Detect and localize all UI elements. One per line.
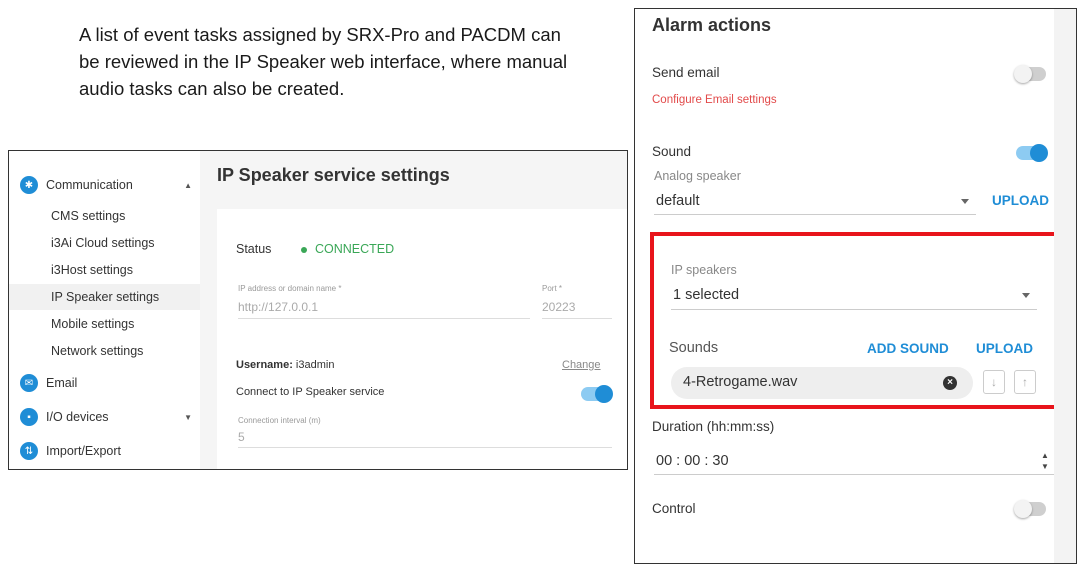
arrow-up-icon: ↑	[1022, 375, 1028, 389]
intro-line-2: be reviewed in the IP Speaker web interf…	[79, 51, 568, 72]
change-username-link[interactable]: Change	[562, 359, 601, 371]
intro-line-3: audio tasks can also be created.	[79, 78, 345, 99]
sidebar-item-mobile[interactable]: Mobile settings	[9, 311, 200, 337]
move-down-button[interactable]: ↓	[983, 370, 1005, 394]
sound-label: Sound	[652, 144, 692, 159]
sidebar-group-label: Email	[46, 376, 78, 390]
duration-underline	[654, 474, 1056, 475]
sidebar-group-label: Import/Export	[46, 444, 122, 458]
status-badge: CONNECTED	[301, 242, 394, 256]
username-key: Username:	[236, 359, 293, 371]
status-text: CONNECTED	[315, 242, 395, 256]
ip-speakers-label: IP speakers	[671, 263, 737, 277]
port-underline	[542, 318, 612, 319]
sidebar-group-label: I/O devices	[46, 410, 109, 424]
connect-service-label: Connect to IP Speaker service	[236, 386, 385, 398]
sidebar-item-cms[interactable]: CMS settings	[9, 203, 200, 229]
alarm-actions-screenshot: Alarm actions Send email Configure Email…	[634, 8, 1077, 564]
increment-icon[interactable]: ▲	[1041, 451, 1049, 460]
configure-email-link[interactable]: Configure Email settings	[652, 94, 777, 106]
clipped-heading-fragment	[79, 0, 624, 20]
sidebar-group-io-devices[interactable]: ▪ I/O devices ▼	[9, 403, 200, 431]
analog-speaker-select[interactable]: default	[656, 193, 700, 209]
panel-title: Alarm actions	[652, 15, 772, 35]
username-value: i3admin	[295, 359, 335, 371]
ip-speaker-settings-screenshot: ✱ Communication ▲ CMS settings i3Ai Clou…	[8, 150, 628, 470]
analog-speaker-label: Analog speaker	[654, 169, 741, 183]
sidebar-item-ip-speaker[interactable]: IP Speaker settings	[9, 284, 200, 310]
ip-address-field[interactable]: http://127.0.0.1	[238, 300, 318, 314]
sound-file-chip: 4-Retrogame.wav ×	[671, 367, 973, 399]
toggle-knob	[595, 385, 613, 403]
connect-service-toggle[interactable]	[581, 385, 613, 403]
toggle-knob	[1030, 144, 1048, 162]
import-export-icon: ⇅	[20, 442, 38, 460]
io-devices-icon: ▪	[20, 408, 38, 426]
analog-speaker-underline	[654, 214, 976, 215]
sounds-label: Sounds	[669, 340, 719, 356]
page-title: IP Speaker service settings	[217, 165, 450, 185]
remove-icon[interactable]: ×	[943, 376, 957, 390]
control-label: Control	[652, 501, 696, 516]
ip-address-label: IP address or domain name *	[238, 284, 342, 293]
toggle-knob	[1014, 65, 1032, 83]
settings-card: Status CONNECTED IP address or domain na…	[217, 209, 627, 469]
communication-icon: ✱	[20, 176, 38, 194]
port-label: Port *	[542, 284, 563, 293]
chevron-down-icon[interactable]	[961, 199, 969, 204]
sidebar-item-i3ai-cloud[interactable]: i3Ai Cloud settings	[9, 230, 200, 256]
status-dot-icon	[301, 246, 307, 253]
duration-field[interactable]: 00 : 00 : 30	[656, 453, 729, 469]
sidebar-item-network[interactable]: Network settings	[9, 338, 200, 364]
arrow-down-icon: ↓	[991, 375, 997, 389]
add-sound-button[interactable]: ADD SOUND	[867, 341, 949, 356]
alarm-actions-panel: Alarm actions Send email Configure Email…	[635, 9, 1061, 554]
sound-toggle[interactable]	[1016, 144, 1048, 162]
scroll-track	[1054, 9, 1076, 563]
sidebar-item-i3host[interactable]: i3Host settings	[9, 257, 200, 283]
sound-file-name: 4-Retrogame.wav	[683, 374, 798, 390]
ip-speakers-select[interactable]: 1 selected	[673, 287, 739, 303]
duration-label: Duration (hh:mm:ss)	[652, 419, 775, 434]
connection-interval-label: Connection interval (m)	[238, 416, 321, 425]
settings-content: IP Speaker service settings Status CONNE…	[200, 151, 627, 469]
chevron-down-icon: ▼	[184, 412, 192, 422]
sidebar-group-label: Communication	[46, 178, 133, 192]
settings-sidebar: ✱ Communication ▲ CMS settings i3Ai Clou…	[9, 151, 200, 469]
username-display: Username: i3admin	[236, 359, 334, 371]
chevron-up-icon: ▲	[184, 180, 192, 190]
toggle-knob	[1014, 500, 1032, 518]
upload-button[interactable]: UPLOAD	[992, 193, 1049, 208]
port-field[interactable]: 20223	[542, 300, 575, 314]
control-toggle[interactable]	[1014, 500, 1046, 518]
upload-sound-button[interactable]: UPLOAD	[976, 341, 1033, 356]
move-up-button[interactable]: ↑	[1014, 370, 1036, 394]
send-email-label: Send email	[652, 65, 720, 80]
connection-interval-field[interactable]: 5	[238, 430, 245, 444]
email-icon: ✉	[20, 374, 38, 392]
connection-interval-underline	[238, 447, 612, 448]
ip-address-underline	[238, 318, 530, 319]
sidebar-group-communication[interactable]: ✱ Communication ▲	[9, 171, 200, 199]
ip-speakers-underline	[671, 309, 1037, 310]
send-email-toggle[interactable]	[1014, 65, 1046, 83]
sidebar-group-import-export[interactable]: ⇅ Import/Export	[9, 437, 200, 465]
decrement-icon[interactable]: ▼	[1041, 462, 1049, 471]
intro-paragraph: A list of event tasks assigned by SRX-Pr…	[79, 0, 624, 102]
intro-line-1: A list of event tasks assigned by SRX-Pr…	[79, 24, 561, 45]
status-label: Status	[236, 242, 272, 256]
chevron-down-icon[interactable]	[1022, 293, 1030, 298]
sidebar-group-email[interactable]: ✉ Email	[9, 369, 200, 397]
ip-speaker-highlight: IP speakers 1 selected Sounds ADD SOUND …	[650, 232, 1061, 409]
